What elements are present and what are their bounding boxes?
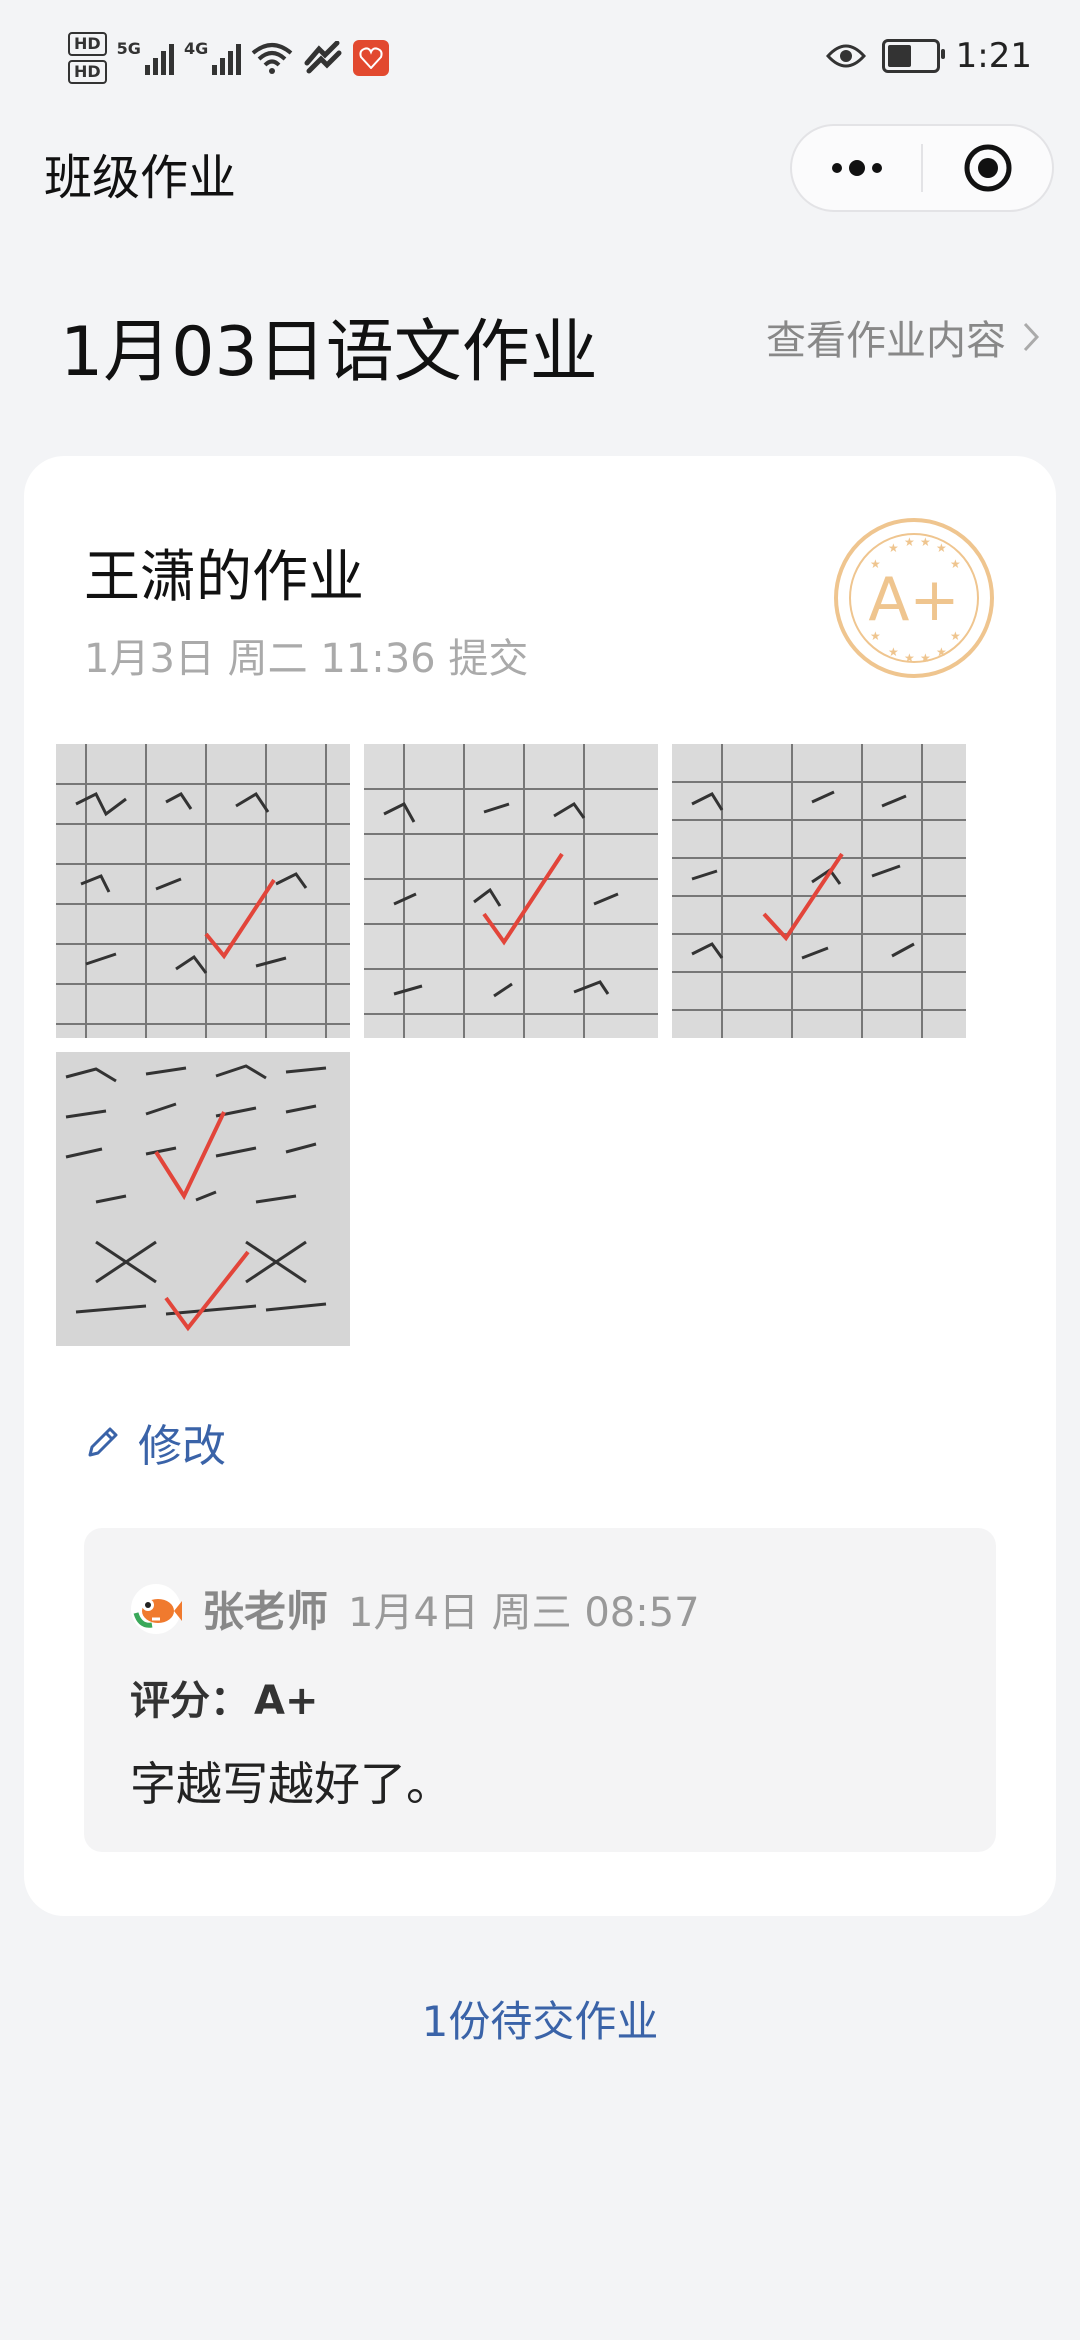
target-close-icon [964, 144, 1011, 192]
submission-card: 王潇的作业 1月3日 周二 11:36 提交 ★ ★ ★ ★ ★ ★ ★ ★ ★ ★ ★ ★ A… [24, 456, 1056, 1916]
app-notification-icon [353, 40, 390, 76]
submit-time: 1月3日 周二 11:36 提交 [84, 636, 529, 682]
teacher-comment: 张老师 1月4日 周三 08:57 评分： A+ 字越写越好了。 [84, 1528, 996, 1852]
hd-badge-1: HD [68, 32, 107, 56]
svg-text:★: ★ [904, 651, 915, 665]
svg-text:★: ★ [920, 651, 931, 665]
battery-icon [881, 39, 945, 73]
status-bar: HD HD 5G 4G 1:21 [0, 0, 1080, 120]
comment-time: 1月4日 周三 08:57 [348, 1589, 700, 1636]
more-dots-icon [831, 160, 882, 176]
svg-text:★: ★ [936, 541, 947, 555]
homework-photo-1 [56, 744, 350, 1038]
teacher-avatar [131, 1583, 182, 1634]
homework-image-4[interactable] [56, 1052, 350, 1346]
homework-photo-2 [364, 744, 658, 1038]
grade-stamp-text: A+ [868, 565, 959, 635]
svg-text:★: ★ [920, 535, 931, 549]
network-type-1: 5G [116, 38, 141, 58]
svg-text:★: ★ [888, 645, 899, 659]
score-line: 评分： A+ [130, 1668, 318, 1726]
close-button[interactable] [923, 126, 1052, 210]
edit-label: 修改 [138, 1421, 226, 1472]
nav-title: 班级作业 [44, 150, 237, 206]
homework-image-3[interactable] [672, 744, 966, 1038]
status-right-icons: 1:21 [825, 36, 1032, 76]
mini-program-capsule [790, 124, 1054, 212]
svg-text:★: ★ [904, 535, 915, 549]
more-button[interactable] [792, 126, 921, 210]
svg-text:★: ★ [936, 645, 947, 659]
homework-image-1[interactable] [56, 744, 350, 1038]
network-type-2: 4G [183, 38, 209, 58]
eye-icon [825, 44, 866, 68]
signal-icon-2 [212, 41, 242, 75]
status-left-icons: HD HD 5G 4G [68, 32, 390, 84]
view-homework-content-label: 查看作业内容 [766, 318, 1006, 364]
signal-icon [144, 41, 174, 75]
hd-badges: HD HD [68, 32, 107, 84]
clock: 1:21 [955, 36, 1032, 76]
score-label: 评分： [130, 1678, 250, 1724]
edit-button[interactable]: 修改 [84, 1410, 226, 1474]
hd-badge-2: HD [68, 60, 107, 84]
student-homework-title: 王潇的作业 [84, 545, 364, 610]
payment-icon [304, 41, 342, 74]
homework-photo-4 [56, 1052, 350, 1346]
wifi-icon [251, 43, 293, 74]
homework-image-2[interactable] [364, 744, 658, 1038]
pending-homework-link[interactable]: 1份待交作业 [0, 1988, 1080, 2049]
homework-title: 1月03日语文作业 [60, 313, 598, 392]
view-homework-content-link[interactable]: 查看作业内容 [766, 308, 1040, 366]
score-value: A+ [254, 1678, 319, 1724]
battery-level [887, 45, 911, 67]
chevron-right-icon [1023, 322, 1040, 352]
svg-text:★: ★ [888, 541, 899, 555]
grade-stamp: ★ ★ ★ ★ ★ ★ ★ ★ ★ ★ ★ ★ A+ [834, 518, 994, 678]
homework-photo-3 [672, 744, 966, 1038]
comment-header: 张老师 1月4日 周三 08:57 [130, 1578, 700, 1639]
comment-text: 字越写越好了。 [130, 1757, 452, 1811]
pencil-icon [88, 1427, 118, 1457]
teacher-name: 张老师 [202, 1587, 329, 1636]
